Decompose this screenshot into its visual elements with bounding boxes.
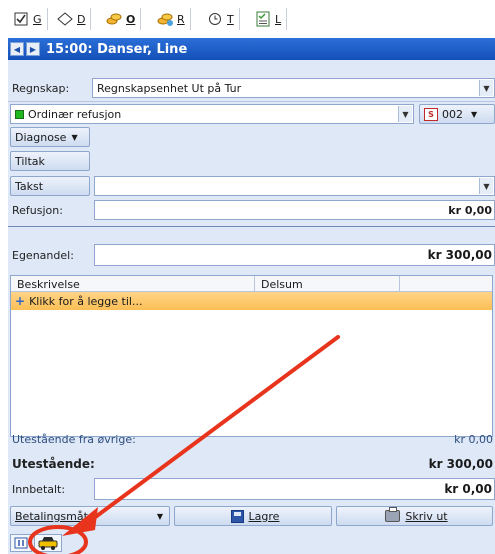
chevron-down-icon: ▼ xyxy=(71,132,78,142)
column-divider xyxy=(254,276,255,292)
takst-label: Takst xyxy=(15,179,44,193)
floppy-disk-icon xyxy=(230,509,244,523)
utestaende-ovrige-label: Utestående fra øvrige: xyxy=(12,433,136,446)
column-divider xyxy=(399,276,400,292)
line-items-grid: Beskrivelse Delsum + Klikk for å legge t… xyxy=(10,275,493,437)
chevron-down-icon[interactable]: ▼ xyxy=(479,80,493,96)
innbetalt-input[interactable]: kr 0,00 xyxy=(94,478,495,500)
refusjon-panel: Regnskap: Regnskapsenhet Ut på Tur ▼ Ord… xyxy=(8,60,495,554)
chevron-down-icon: ▼ xyxy=(471,109,478,119)
innbetalt-amount: kr 0,00 xyxy=(444,482,492,496)
diagnose-label: Diagnose xyxy=(15,130,67,144)
utestaende-ovrige-amount: kr 0,00 xyxy=(454,433,493,446)
takst-dropdown[interactable]: ▼ xyxy=(94,176,495,196)
utestaende-amount: kr 300,00 xyxy=(428,457,493,471)
chevron-down-icon[interactable]: ▼ xyxy=(398,106,412,122)
checklist-icon xyxy=(255,11,271,27)
betalingsmate-label: Betalingsmåte xyxy=(15,509,95,523)
skriv-ut-label: Skriv ut xyxy=(405,509,448,523)
checkbox-icon xyxy=(13,11,29,27)
skriv-ut-button[interactable]: Skriv ut xyxy=(336,506,493,526)
refusjon-amount: kr 0,00 xyxy=(448,203,492,217)
lagre-button[interactable]: Lagre xyxy=(174,506,332,526)
next-arrow-icon[interactable]: ▶ xyxy=(26,42,40,56)
refusjon-type-value: Ordinær refusjon xyxy=(28,107,122,121)
pause-toggle-icon[interactable] xyxy=(10,534,32,552)
diamond-icon xyxy=(57,11,73,27)
tab-t[interactable]: T xyxy=(202,8,240,30)
title-bar: ◀ ▶ 15:00: Danser, Line xyxy=(8,38,495,60)
coins-star-icon xyxy=(157,11,173,27)
bottom-toolbar xyxy=(8,532,495,554)
tab-o[interactable]: O xyxy=(101,8,142,30)
tab-d[interactable]: D xyxy=(52,8,92,30)
betalingsmate-button[interactable]: Betalingsmåte ▼ xyxy=(10,506,170,526)
printer-icon xyxy=(385,507,401,522)
column-header-beskrivelse[interactable]: Beskrivelse xyxy=(17,276,80,292)
grid-header: Beskrivelse Delsum xyxy=(11,276,492,292)
tab-strip: G D O R T L xyxy=(0,0,495,36)
divider xyxy=(8,101,495,102)
document-code-icon: S xyxy=(424,107,438,121)
green-square-icon xyxy=(15,109,24,119)
tab-g[interactable]: G xyxy=(8,8,48,30)
previous-arrow-icon[interactable]: ◀ xyxy=(10,42,24,56)
coins-icon xyxy=(106,11,122,27)
tab-l[interactable]: L xyxy=(250,8,288,30)
egenandel-amount-field[interactable]: kr 300,00 xyxy=(94,244,495,266)
column-header-delsum[interactable]: Delsum xyxy=(261,276,303,292)
innbetalt-label: Innbetalt: xyxy=(12,483,66,496)
chevron-down-icon[interactable]: ▼ xyxy=(479,178,493,194)
code-value: 002 xyxy=(442,107,463,121)
refusjon-amount-field: kr 0,00 xyxy=(94,200,495,220)
add-row-label: Klikk for å legge til... xyxy=(29,294,143,308)
taxi-car-icon[interactable] xyxy=(34,534,62,552)
chevron-down-icon: ▼ xyxy=(156,511,163,521)
tab-r[interactable]: R xyxy=(152,8,191,30)
regnskap-dropdown[interactable]: Regnskapsenhet Ut på Tur ▼ xyxy=(92,78,495,98)
code-selector-button[interactable]: S 002 ▼ xyxy=(419,104,495,124)
plus-icon: + xyxy=(15,294,26,308)
takst-button[interactable]: Takst xyxy=(10,176,90,196)
lagre-label: Lagre xyxy=(248,509,280,523)
appointment-title: 15:00: Danser, Line xyxy=(46,41,188,57)
tiltak-button[interactable]: Tiltak xyxy=(10,151,90,171)
utestaende-label: Utestående: xyxy=(12,457,95,471)
diagnose-button[interactable]: Diagnose ▼ xyxy=(10,127,90,147)
refusjon-label: Refusjon: xyxy=(12,204,63,217)
clock-icon xyxy=(207,11,223,27)
add-row-button[interactable]: + Klikk for å legge til... xyxy=(11,292,492,310)
regnskap-value: Regnskapsenhet Ut på Tur xyxy=(97,81,242,95)
divider xyxy=(8,226,495,227)
regnskap-label: Regnskap: xyxy=(12,82,70,95)
egenandel-label: Egenandel: xyxy=(12,249,74,262)
tiltak-label: Tiltak xyxy=(15,154,45,168)
refusjon-type-dropdown[interactable]: Ordinær refusjon ▼ xyxy=(10,104,414,124)
egenandel-amount: kr 300,00 xyxy=(427,248,492,262)
